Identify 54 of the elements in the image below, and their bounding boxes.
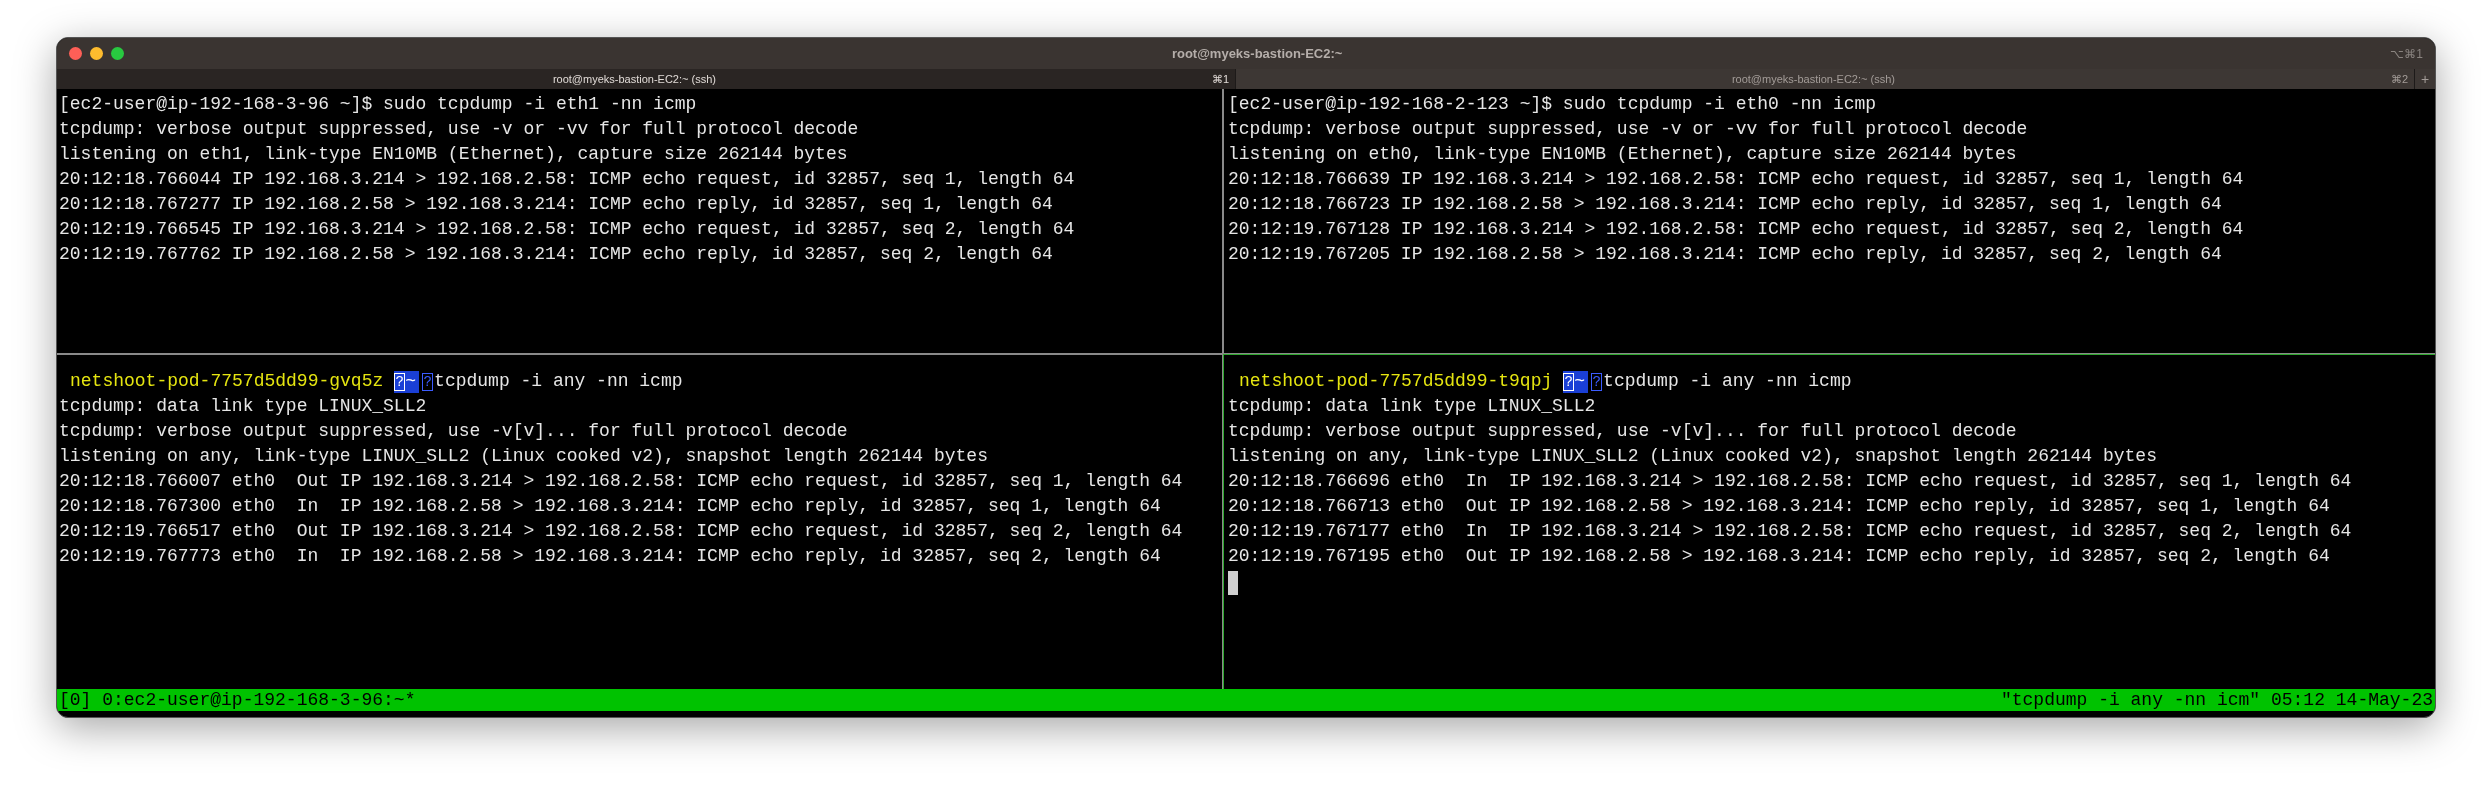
- output-line: listening on any, link-type LINUX_SLL2 (Linux cooked v2), snapshot length 262144 bytes: [1228, 445, 2158, 468]
- terminal-pane[interactable]: [57, 89, 1223, 354]
- output-line: 20:12:18.767300 eth0 In IP 192.168.2.58 > 192.168.3.214: ICMP echo reply, id 32857, seq 1, length 64: [59, 495, 1162, 518]
- tab[interactable]: root@myeks-bastion-EC2:~ (ssh) ⌘2: [1236, 69, 2415, 89]
- output-line: 20:12:18.766713 eth0 Out IP 192.168.2.58 > 192.168.3.214: ICMP echo reply, id 32857, seq 1, length 64: [1228, 495, 2331, 518]
- missing-glyph: ?: [422, 372, 434, 391]
- host-name: netshoot-pod-7757d5dd99-gvq5z: [69, 370, 385, 393]
- maximize-icon[interactable]: [111, 47, 124, 60]
- command-prompt: [ec2-user@ip-192-168-2-123 ~]$ sudo tcpdump -i eth0 -nn icmp: [1228, 93, 1878, 116]
- output-line: 20:12:18.766723 IP 192.168.2.58 > 192.168.3.214: ICMP echo reply, id 32857, seq 1, length 64: [1228, 193, 2223, 216]
- output-line: tcpdump: verbose output suppressed, use -v[v]... for full protocol decode: [1228, 420, 2018, 443]
- minimize-icon[interactable]: [90, 47, 103, 60]
- missing-glyph: ?: [1591, 372, 1603, 391]
- window-title: root@myeks-bastion-EC2:~: [1171, 44, 1343, 63]
- output-line: 20:12:19.767177 eth0 In IP 192.168.3.214 > 192.168.2.58: ICMP echo request, id 32857, seq 2, length 64: [1228, 520, 2353, 543]
- session-info: [0] 0:ec2-user@ip-192-168-3-96:~*: [59, 689, 416, 711]
- missing-glyph: ?: [394, 372, 406, 391]
- output-line: 20:12:19.767195 eth0 Out IP 192.168.2.58 > 192.168.3.214: ICMP echo reply, id 32857, seq 2, length 64: [1228, 545, 2331, 568]
- window-shortcut: ⌥⌘1: [2390, 45, 2423, 63]
- directory-text: ~: [405, 370, 417, 393]
- missing-glyph: ?: [1563, 372, 1575, 391]
- output-line: tcpdump: verbose output suppressed, use -v[v]... for full protocol decode: [59, 420, 849, 443]
- output-line: 20:12:19.767762 IP 192.168.2.58 > 192.168.3.214: ICMP echo reply, id 32857, seq 2, length 64: [59, 243, 1054, 266]
- output-line: tcpdump: verbose output suppressed, use -v or -vv for full protocol decode: [1228, 118, 2029, 141]
- output-line: 20:12:19.766545 IP 192.168.3.214 > 192.168.2.58: ICMP echo request, id 32857, seq 2, length 64: [59, 218, 1076, 241]
- tab[interactable]: root@myeks-bastion-EC2:~ (ssh) ⌘1: [57, 69, 1236, 89]
- output-line: 20:12:18.766639 IP 192.168.3.214 > 192.168.2.58: ICMP echo request, id 32857, seq 1, length 64: [1228, 168, 2245, 191]
- new-tab-button[interactable]: +: [2415, 69, 2435, 89]
- directory-text: ~: [1574, 370, 1586, 393]
- command-text: tcpdump -i any -nn icmp: [1603, 370, 1852, 393]
- output-line: 20:12:19.767205 IP 192.168.2.58 > 192.168.3.214: ICMP echo reply, id 32857, seq 2, length 64: [1228, 243, 2223, 266]
- output-line: 20:12:18.766044 IP 192.168.3.214 > 192.168.2.58: ICMP echo request, id 32857, seq 1, length 64: [59, 168, 1076, 191]
- output-line: listening on any, link-type LINUX_SLL2 (Linux cooked v2), snapshot length 262144 bytes: [59, 445, 989, 468]
- status-info: "tcpdump -i any -nn icm" 05:12 14-May-23: [2000, 689, 2433, 711]
- output-line: 20:12:19.767128 IP 192.168.3.214 > 192.168.2.58: ICMP echo request, id 32857, seq 2, length 64: [1228, 218, 2245, 241]
- output-line: 20:12:18.766696 eth0 In IP 192.168.3.214 > 192.168.2.58: ICMP echo request, id 32857, seq 1, length 64: [1228, 470, 2353, 493]
- command-prompt: [ec2-user@ip-192-168-3-96 ~]$ sudo tcpdump -i eth1 -nn icmp: [59, 93, 698, 116]
- close-icon[interactable]: [69, 47, 82, 60]
- terminal-pane[interactable]: [1223, 89, 2435, 354]
- host-name: netshoot-pod-7757d5dd99-t9qpj: [1238, 370, 1554, 393]
- output-line: 20:12:18.767277 IP 192.168.2.58 > 192.168.3.214: ICMP echo reply, id 32857, seq 1, length 64: [59, 193, 1054, 216]
- output-line: listening on eth0, link-type EN10MB (Ethernet), capture size 262144 bytes: [1228, 143, 2018, 166]
- output-line: 20:12:18.766007 eth0 Out IP 192.168.3.214 > 192.168.2.58: ICMP echo request, id 32857, seq 1, length 64: [59, 470, 1184, 493]
- tab-shortcut: ⌘2: [2390, 71, 2409, 87]
- output-line: listening on eth1, link-type EN10MB (Ethernet), capture size 262144 bytes: [59, 143, 849, 166]
- output-line: tcpdump: verbose output suppressed, use -v or -vv for full protocol decode: [59, 118, 860, 141]
- output-line: tcpdump: data link type LINUX_SLL2: [1228, 395, 1597, 418]
- output-line: tcpdump: data link type LINUX_SLL2: [59, 395, 428, 418]
- terminal-pane[interactable]: [57, 354, 1223, 689]
- output-line: 20:12:19.766517 eth0 Out IP 192.168.3.214 > 192.168.2.58: ICMP echo request, id 32857, seq 2, length 64: [59, 520, 1184, 543]
- terminal-pane[interactable]: [1223, 354, 2435, 689]
- command-text: tcpdump -i any -nn icmp: [434, 370, 683, 393]
- output-line: 20:12:19.767773 eth0 In IP 192.168.2.58 > 192.168.3.214: ICMP echo reply, id 32857, seq 2, length 64: [59, 545, 1162, 568]
- tab-shortcut: ⌘1: [1211, 71, 1230, 87]
